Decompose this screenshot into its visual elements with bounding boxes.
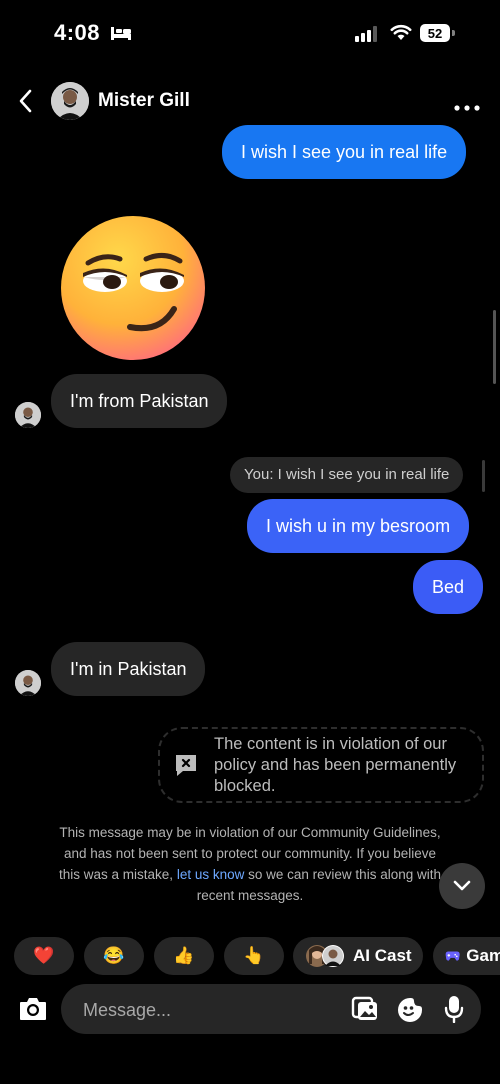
contact-avatar[interactable]	[51, 82, 89, 120]
chevron-down-icon	[453, 880, 471, 891]
blocked-message-icon	[173, 752, 199, 783]
quick-reply-heart[interactable]: ❤️	[14, 937, 74, 975]
outgoing-message[interactable]: I wish I see you in real life	[222, 125, 467, 179]
games-label: Games	[466, 946, 500, 965]
battery-indicator: 52	[420, 24, 450, 42]
quick-reply-joy[interactable]: 😂	[84, 937, 144, 975]
status-time: 4:08	[54, 20, 101, 45]
incoming-message[interactable]: I'm in Pakistan	[51, 642, 206, 696]
ai-cast-label: AI Cast	[353, 946, 412, 965]
battery-tip	[452, 30, 455, 36]
cellular-signal-icon	[355, 26, 379, 47]
camera-icon[interactable]	[18, 995, 48, 1028]
sleep-focus-icon	[110, 25, 132, 46]
guideline-notice: This message may be in violation of our …	[55, 822, 445, 906]
scroll-to-bottom-button[interactable]	[439, 863, 485, 909]
outgoing-message[interactable]: Bed	[413, 560, 484, 614]
microphone-icon[interactable]	[444, 995, 464, 1028]
message-input[interactable]	[81, 984, 335, 1036]
smirk-emoji-sticker[interactable]	[60, 215, 206, 366]
contact-name[interactable]: Mister Gill	[98, 90, 190, 112]
wifi-icon	[390, 23, 412, 46]
sticker-icon[interactable]	[396, 996, 424, 1029]
games-button[interactable]: Games	[433, 937, 500, 975]
contact-avatar-small[interactable]	[15, 402, 41, 428]
ai-cast-button[interactable]: AI Cast	[293, 937, 423, 975]
let-us-know-link[interactable]: let us know	[177, 867, 245, 882]
more-options-icon[interactable]	[454, 98, 480, 116]
reply-indicator-bar	[482, 460, 485, 492]
outgoing-message[interactable]: I wish u in my besroom	[247, 499, 470, 553]
gallery-icon[interactable]	[351, 996, 379, 1027]
quick-reply-thumbs-up[interactable]: 👍	[154, 937, 214, 975]
quick-reply-point-up[interactable]: 👆	[224, 937, 284, 975]
scrollbar-thumb[interactable]	[493, 310, 496, 384]
gamepad-icon	[445, 951, 460, 961]
reply-preview[interactable]: You: I wish I see you in real life	[230, 457, 464, 493]
back-button[interactable]	[16, 88, 36, 119]
contact-avatar-small[interactable]	[15, 670, 41, 696]
blocked-notice-text: The content is in violation of our polic…	[214, 735, 457, 795]
ai-cast-avatars-icon	[306, 945, 344, 967]
incoming-message[interactable]: I'm from Pakistan	[51, 374, 228, 428]
